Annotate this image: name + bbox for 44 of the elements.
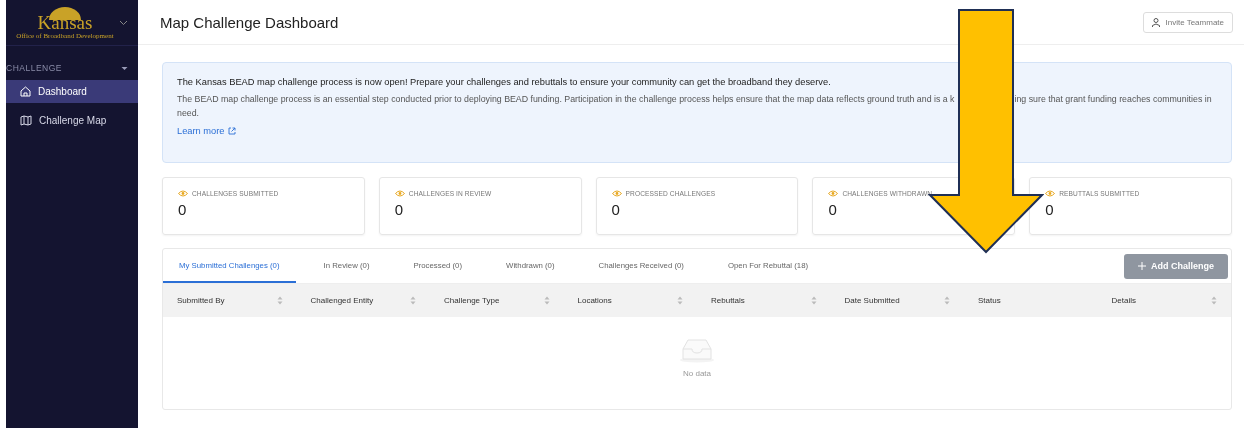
sort-icon[interactable] <box>810 296 817 305</box>
stat-value: 0 <box>828 201 837 218</box>
sort-icon[interactable] <box>276 296 283 305</box>
column-header[interactable]: Challenge Type <box>444 296 500 305</box>
stat-value: 0 <box>394 201 404 218</box>
column-header[interactable]: Submitted By <box>177 296 225 305</box>
banner-text: The BEAD map challenge process is an essential step conducted prior to deploying BEAD funding. Participation in the challenge process helps ensure that the map data reflects ground truth and is a k <box>177 93 955 106</box>
plus-icon <box>1138 262 1146 270</box>
eye-icon <box>1045 190 1056 197</box>
learn-more-link[interactable]: Learn more <box>177 126 236 136</box>
sort-icon[interactable] <box>410 296 416 305</box>
home-icon <box>20 86 31 97</box>
empty-message: No data <box>683 369 711 378</box>
sort-icon[interactable] <box>944 296 950 305</box>
page-title: Map Challenge Dashboard <box>160 13 339 31</box>
stat-value: 0 <box>1045 201 1054 218</box>
sidebar-item[interactable]: Dashboard <box>6 80 138 103</box>
column-header[interactable]: Date Submitted <box>844 296 900 305</box>
column-header[interactable]: Details <box>1111 296 1136 305</box>
invite-teammate-button[interactable]: Invite Teammate <box>1143 11 1233 33</box>
eye-icon <box>611 190 622 197</box>
chevron-down-icon[interactable] <box>121 65 128 71</box>
map-icon <box>20 115 32 126</box>
section-label[interactable]: CHALLENGE <box>6 63 62 73</box>
column-header[interactable]: Challenged Entity <box>310 296 374 305</box>
sidebar-item[interactable]: Challenge Map <box>6 109 138 132</box>
column-header[interactable]: Locations <box>577 296 612 305</box>
eye-icon <box>394 190 405 197</box>
column-header[interactable]: Rebuttals <box>711 296 745 305</box>
sort-icon[interactable] <box>1211 296 1217 305</box>
eye-icon <box>178 190 188 197</box>
banner-heading: The Kansas BEAD map challenge process is now open! Prepare your challenges and rebuttals to ensure your community can get the broadband they deserve. <box>177 77 832 87</box>
banner-text: need. <box>177 107 199 120</box>
chevron-down-icon[interactable] <box>118 19 128 26</box>
empty-inbox-icon <box>679 339 715 363</box>
sort-icon[interactable] <box>543 296 550 305</box>
stat-value: 0 <box>611 201 620 218</box>
eye-icon <box>828 190 839 197</box>
external-link-icon <box>227 127 236 135</box>
sort-icon[interactable] <box>677 296 683 305</box>
user-icon <box>1152 17 1161 27</box>
banner-text: ing sure that grant funding reaches communities in <box>1014 93 1212 106</box>
stat-value: 0 <box>178 201 187 218</box>
column-header[interactable]: Status <box>978 296 1001 305</box>
